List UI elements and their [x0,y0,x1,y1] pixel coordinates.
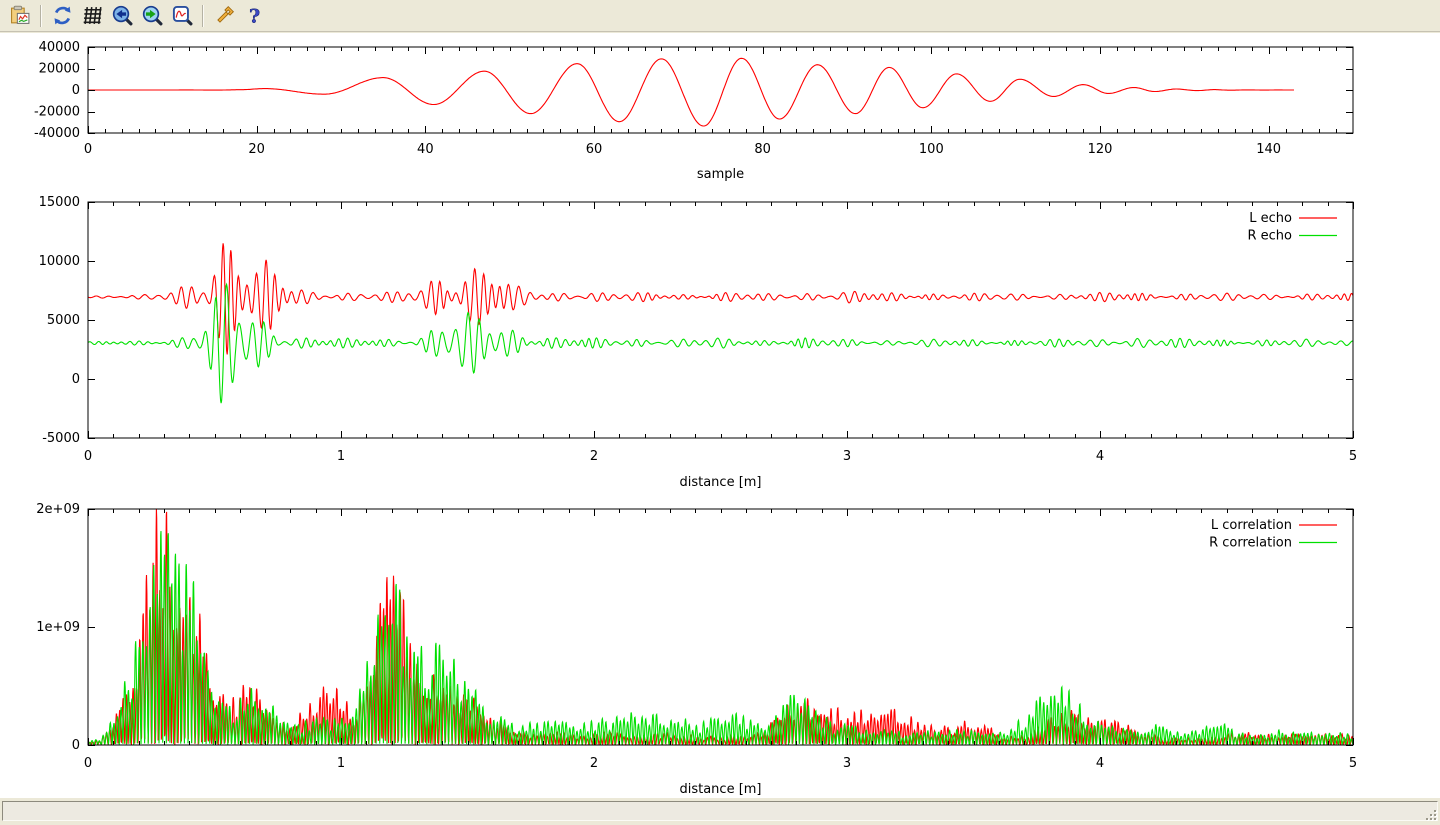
zoom-previous-button[interactable] [109,3,135,29]
x-tick-label: 3 [843,449,851,464]
axis-ticks [88,509,1354,746]
x-tick-label: 4 [1096,756,1104,771]
x-tick-label: 120 [1088,142,1113,157]
y-tick-label: 40000 [39,40,80,55]
x-tick-label: 2 [590,449,598,464]
y-tick-label: 5000 [47,313,80,328]
y-tick-label: 2e+09 [36,502,80,517]
plot-2[interactable]: 0 1 2 3 4 5 0 1e+09 2e+09 distance [m] L correlati… [36,502,1357,797]
axis-ticks [88,202,1354,439]
magnifier-left-arrow-icon [112,5,133,26]
plot-area: 020406080100120140-40000-200000200004000… [0,33,1440,798]
svg-text:?: ? [248,5,259,26]
resize-grip-icon[interactable] [1424,808,1438,822]
x-tick-label: 100 [919,142,944,157]
status-bar [0,798,1440,825]
x-tick-label: 20 [248,142,265,157]
x-tick-label: 5 [1349,449,1357,464]
toolbar-separator [40,5,42,27]
y-tick-label: 0 [72,738,80,753]
configure-button[interactable] [211,3,237,29]
legend-label: R echo [1247,229,1292,244]
grid-icon [82,5,103,26]
copy-plot-button[interactable] [7,3,33,29]
x-tick-label: 0 [84,449,92,464]
plot-1[interactable]: 0 1 2 3 4 5 -5000 0 5000 10000 15000 distance [m] L … [39,195,1358,490]
y-tick-label: 20000 [39,62,80,77]
clipboard-chart-icon [10,5,31,26]
x-tick-label: 4 [1096,449,1104,464]
x-tick-label: 3 [843,756,851,771]
plot-frame [88,509,1353,745]
magnifier-chart-icon [172,5,193,26]
question-mark-icon: ? [244,5,265,26]
toolbar-separator [202,5,204,27]
x-axis-label: distance [m] [679,782,761,797]
y-tick-label: 0 [72,83,80,98]
series-l-echo [88,243,1353,354]
x-tick-label: 5 [1349,756,1357,771]
x-tick-label: 40 [417,142,434,157]
series-r-correlation [88,531,1353,745]
x-tick-label: 60 [586,142,603,157]
grid-button[interactable] [79,3,105,29]
series-signal [88,58,1294,126]
zoom-next-button[interactable] [139,3,165,29]
x-tick-label: 1 [337,756,345,771]
plot-frame [88,47,1353,133]
plot-0[interactable]: 0 20 40 60 80 100 120 140 -40000 -20000 0 20000 4000… [34,40,1353,182]
wrench-icon [214,5,235,26]
status-message-field [2,801,1438,821]
replot-button[interactable] [49,3,75,29]
x-tick-label: 80 [754,142,771,157]
legend-label: L correlation [1211,518,1292,533]
y-tick-label: -20000 [34,105,80,120]
x-tick-label: 2 [590,756,598,771]
y-tick-label: -5000 [42,431,80,446]
x-axis-label: distance [m] [679,475,761,490]
magnifier-right-arrow-icon [142,5,163,26]
x-axis-label: sample [697,167,744,182]
apply-zoom-button[interactable] [169,3,195,29]
help-button[interactable]: ? [241,3,267,29]
legend-label: L echo [1249,211,1292,226]
y-tick-label: 10000 [39,254,80,269]
y-tick-label: -40000 [34,126,80,141]
y-tick-label: 1e+09 [36,620,80,635]
plot-frame [88,202,1353,438]
x-tick-label: 0 [84,142,92,157]
x-tick-label: 0 [84,756,92,771]
series-l-correlation [88,509,1353,745]
refresh-icon [52,5,73,26]
x-tick-label: 140 [1256,142,1281,157]
toolbar: ? [0,0,1440,32]
y-tick-label: 0 [72,372,80,387]
y-tick-label: 15000 [39,195,80,210]
legend-label: R correlation [1209,536,1292,551]
plot-canvas[interactable]: 020406080100120140-40000-200000200004000… [0,33,1440,798]
x-tick-label: 1 [337,449,345,464]
